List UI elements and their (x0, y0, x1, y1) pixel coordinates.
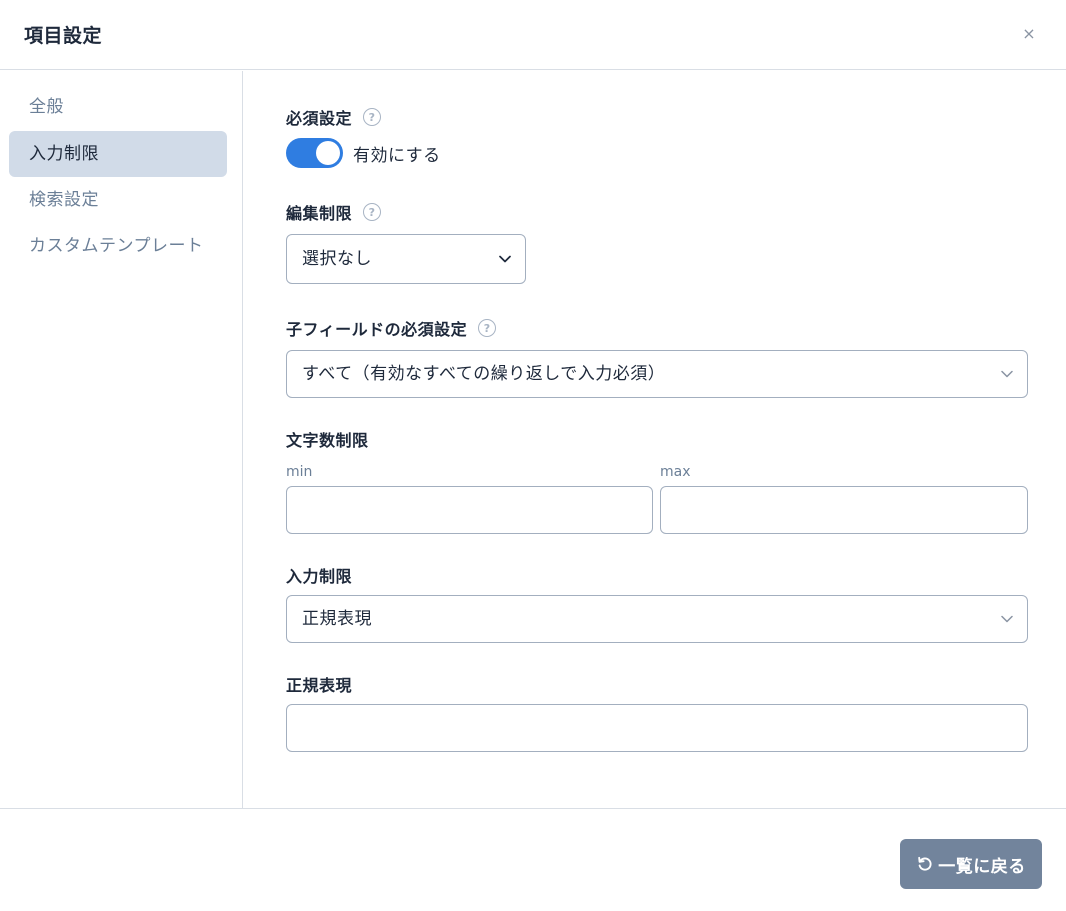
dialog-header: 項目設定 × (0, 0, 1066, 70)
input-restriction-label: 入力制限 (286, 563, 352, 587)
question-circle-icon[interactable]: ? (478, 319, 497, 337)
back-to-list-button[interactable]: 一覧に戻る (900, 839, 1042, 889)
required-setting-label: 必須設定 ? (286, 105, 382, 129)
edit-restriction-select[interactable]: 選択なし (286, 234, 526, 284)
chevron-down-icon (1001, 596, 1013, 642)
required-toggle-row: 有効にする (286, 138, 441, 168)
max-label: max (660, 464, 691, 480)
regex-label-text: 正規表現 (286, 676, 353, 695)
question-circle-icon[interactable]: ? (363, 203, 382, 221)
item-settings-dialog: 項目設定 × 全般 入力制限 検索設定 カスタムテンプレート 必須設定 ? 有効… (0, 0, 1066, 911)
child-required-label-text: 子フィールドの必須設定 (286, 320, 468, 339)
sidebar-item-search-settings[interactable]: 検索設定 (9, 177, 227, 223)
char-limit-label-text: 文字数制限 (286, 431, 369, 450)
sidebar-item-custom-template[interactable]: カスタムテンプレート (9, 223, 227, 269)
char-limit-label: 文字数制限 (286, 427, 369, 451)
dialog-footer: 一覧に戻る (0, 808, 1066, 911)
edit-restriction-label-text: 編集制限 (286, 204, 353, 223)
edit-restriction-label: 編集制限 ? (286, 200, 382, 224)
back-to-list-label: 一覧に戻る (938, 856, 1026, 877)
close-icon[interactable]: × (1018, 23, 1040, 45)
settings-main-panel: 必須設定 ? 有効にする 編集制限 ? 選択なし 子フィールドの必須設定 ? す… (243, 71, 1066, 808)
max-input[interactable] (660, 486, 1028, 534)
required-toggle-text: 有効にする (353, 145, 441, 166)
child-required-value: すべて（有効なすべての繰り返しで入力必須） (302, 364, 666, 384)
regex-input[interactable] (286, 704, 1028, 752)
question-circle-icon[interactable]: ? (363, 108, 382, 126)
required-setting-label-text: 必須設定 (286, 109, 353, 128)
min-input[interactable] (286, 486, 653, 534)
child-required-select[interactable]: すべて（有効なすべての繰り返しで入力必須） (286, 350, 1028, 398)
settings-sidebar: 全般 入力制限 検索設定 カスタムテンプレート (0, 71, 243, 808)
input-restriction-select[interactable]: 正規表現 (286, 595, 1028, 643)
input-restriction-label-text: 入力制限 (286, 567, 353, 586)
regex-label: 正規表現 (286, 672, 352, 696)
min-label: min (286, 464, 313, 480)
chevron-down-icon (499, 235, 511, 283)
child-required-label: 子フィールドの必須設定 ? (286, 316, 497, 340)
edit-restriction-value: 選択なし (302, 249, 372, 269)
undo-icon (916, 855, 934, 873)
chevron-down-icon (1001, 351, 1013, 397)
required-toggle[interactable] (286, 138, 343, 168)
toggle-knob (316, 141, 340, 165)
sidebar-item-general[interactable]: 全般 (9, 84, 227, 130)
input-restriction-value: 正規表現 (302, 609, 372, 629)
dialog-title: 項目設定 (24, 25, 103, 47)
sidebar-item-input-restriction[interactable]: 入力制限 (9, 131, 227, 177)
